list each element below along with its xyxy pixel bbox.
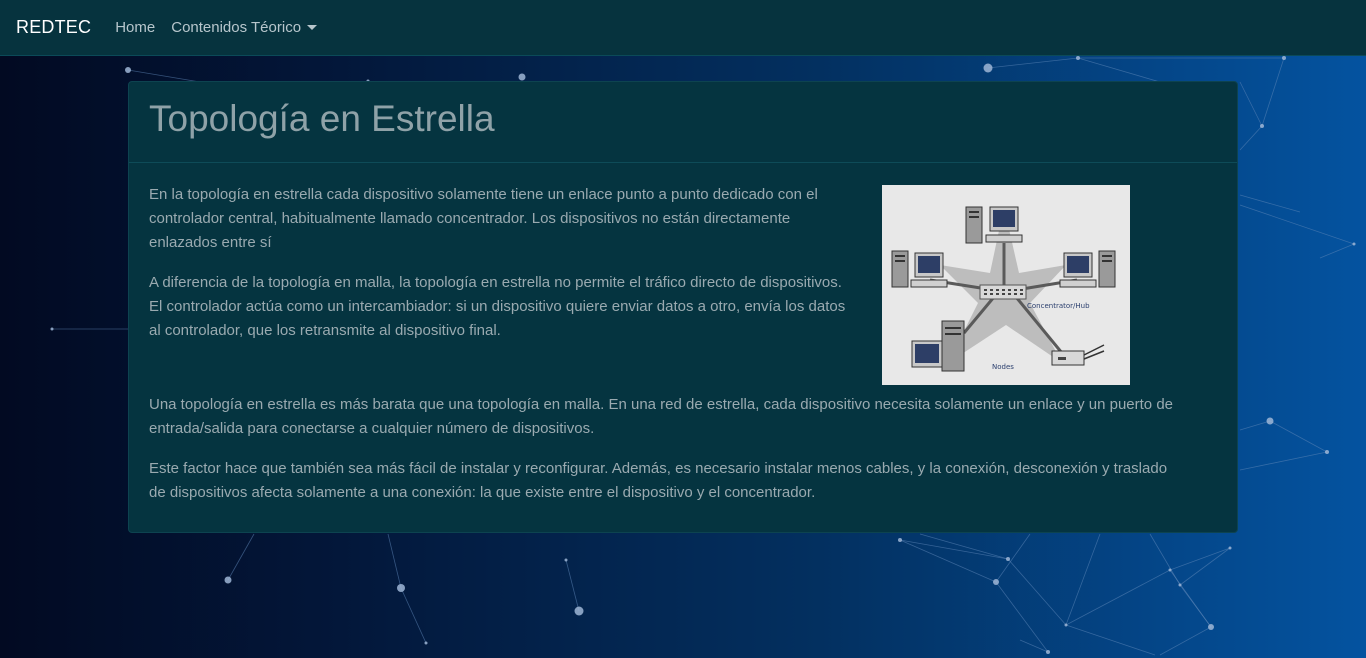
computer-icon-top [965, 206, 1023, 244]
nav-dropdown-contenidos-label: Contenidos Téorico [171, 19, 302, 36]
computer-icon-left [891, 250, 948, 288]
card-body: En la topología en estrella cada disposi… [129, 163, 1237, 505]
intro-section: En la topología en estrella cada disposi… [149, 183, 1217, 393]
content-card: Topología en Estrella En la topología en… [128, 81, 1238, 533]
paragraph-4: Este factor hace que también sea más fác… [149, 460, 1168, 501]
intro-text: En la topología en estrella cada disposi… [149, 183, 855, 343]
paragraph-3: Una topología en estrella es más barata … [149, 396, 1173, 437]
nav-link-home[interactable]: Home [115, 19, 155, 36]
paragraph-1: En la topología en estrella cada disposi… [149, 186, 818, 251]
nav-dropdown-contenidos[interactable]: Contenidos Téorico [171, 19, 318, 36]
caret-down-icon [307, 25, 318, 30]
brand-logo[interactable]: REDTEC [16, 17, 91, 38]
card-header: Topología en Estrella [129, 82, 1237, 163]
hub-label: Concentrator/Hub [1027, 302, 1090, 310]
page-title: Topología en Estrella [149, 98, 495, 139]
computer-icon-right [1059, 250, 1116, 288]
top-navbar: REDTEC Home Contenidos Téorico [0, 0, 1366, 56]
details-section: Una topología en estrella es más barata … [149, 393, 1217, 505]
star-topology-diagram-image: Concentrator/Hub Nodes [882, 185, 1130, 385]
hub-icon [979, 284, 1027, 300]
paragraph-2: A diferencia de la topología en malla, l… [149, 274, 846, 339]
nodes-label: Nodes [992, 363, 1014, 371]
nav-link-home-label: Home [115, 19, 156, 36]
